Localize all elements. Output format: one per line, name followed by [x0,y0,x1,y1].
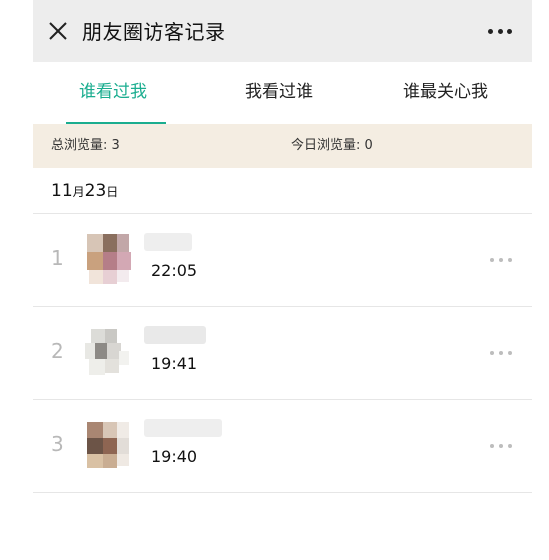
avatar [81,418,137,474]
more-icon[interactable] [490,444,512,448]
total-views: 总浏览量: 3 [51,138,120,153]
visit-time: 19:40 [151,447,198,466]
blurred-nickname [144,419,222,437]
tab-who-viewed-me[interactable]: 谁看过我 [79,80,147,104]
top-bar: 朋友圈访客记录 [33,0,532,62]
tab-who-cares-most[interactable]: 谁最关心我 [403,80,488,104]
visitor-record-page: 朋友圈访客记录 谁看过我 我看过谁 谁最关心我 总浏览量: 3 今日浏览量: 0… [33,0,532,560]
avatar [81,232,137,288]
visit-time: 19:41 [151,354,198,373]
date-header: 11月23日 [51,181,119,201]
tab-who-i-viewed[interactable]: 我看过谁 [245,80,313,104]
visit-time: 22:05 [151,261,198,280]
stats-bar: 总浏览量: 3 今日浏览量: 0 [33,124,532,168]
visitor-row[interactable]: 2 19:41 [33,306,532,399]
visitor-row[interactable]: 1 22:05 [33,213,532,306]
blurred-nickname [144,326,206,344]
more-icon[interactable] [490,351,512,355]
close-icon[interactable] [47,20,69,42]
visitor-index: 3 [51,432,64,456]
visitor-index: 2 [51,339,64,363]
visitor-row[interactable]: 3 19:40 [33,399,532,492]
page-title: 朋友圈访客记录 [82,20,226,44]
more-icon[interactable] [488,29,512,35]
more-icon[interactable] [490,258,512,262]
avatar [81,325,137,381]
today-views: 今日浏览量: 0 [291,138,373,153]
tab-bar: 谁看过我 我看过谁 谁最关心我 [33,62,532,125]
blurred-nickname [144,233,192,251]
divider [33,492,532,493]
visitor-index: 1 [51,246,64,270]
